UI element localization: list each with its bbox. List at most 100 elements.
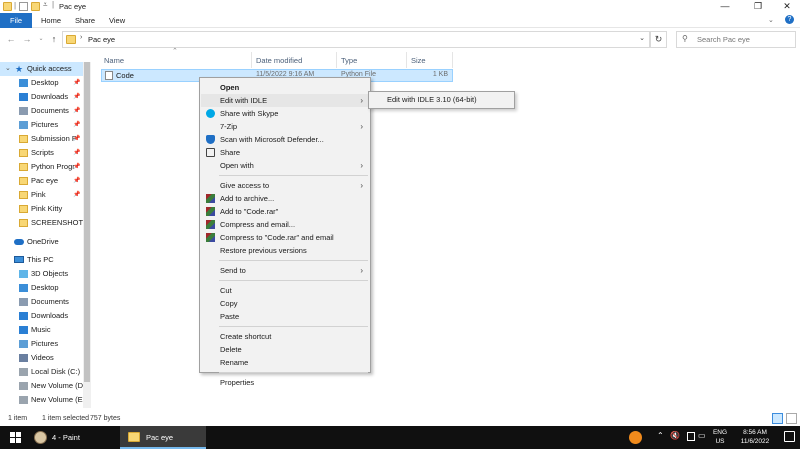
tab-view[interactable]: View (103, 13, 131, 28)
taskbar-app-explorer[interactable]: Pac eye (120, 426, 206, 449)
pin-icon[interactable]: 📌 (73, 174, 80, 188)
notifications-icon[interactable] (784, 431, 795, 442)
sidebar-item[interactable]: Music (0, 323, 84, 337)
menu-item[interactable]: Scan with Microsoft Defender... (201, 133, 369, 146)
forward-button[interactable]: → (21, 33, 33, 45)
recent-locations-button[interactable]: ⌄ (35, 33, 47, 45)
customize-toolbar-icon[interactable]: ⩡ (43, 0, 48, 10)
sidebar-item[interactable]: Pictures 📌 (0, 118, 84, 132)
large-icons-view-icon[interactable] (786, 413, 797, 424)
sidebar-item[interactable]: Pink Kitty (0, 202, 84, 216)
sidebar-item[interactable]: Videos (0, 351, 84, 365)
chevron-down-icon[interactable]: ⌄ (5, 62, 11, 76)
network-icon[interactable]: ▭ (698, 431, 706, 440)
column-header-size[interactable]: Size (411, 55, 426, 67)
column-divider[interactable] (406, 52, 407, 68)
menu-item[interactable]: Compress and email... (201, 218, 369, 231)
column-header-date[interactable]: Date modified (256, 55, 302, 67)
menu-item[interactable]: Open with › (201, 159, 369, 172)
nav-onedrive[interactable]: OneDrive (0, 235, 84, 249)
sidebar-item[interactable]: Downloads 📌 (0, 90, 84, 104)
chevron-down-icon[interactable]: ⌄ (639, 34, 645, 42)
battery-icon[interactable] (687, 432, 695, 441)
menu-item[interactable]: Share with Skype (201, 107, 369, 120)
help-icon[interactable]: ? (785, 15, 794, 24)
input-language[interactable]: ENG US (708, 428, 732, 446)
sidebar-item[interactable]: New Volume (D: (0, 379, 84, 393)
menu-item[interactable]: Create shortcut (201, 330, 369, 343)
menu-item[interactable]: Rename (201, 356, 369, 369)
pin-icon[interactable]: 📌 (73, 188, 80, 202)
sidebar-item[interactable]: Submission P 📌 (0, 132, 84, 146)
pin-icon[interactable]: 📌 (73, 90, 80, 104)
sidebar-item[interactable]: Documents 📌 (0, 104, 84, 118)
sidebar-item[interactable]: 3D Objects (0, 267, 84, 281)
properties-icon[interactable] (19, 2, 28, 11)
sidebar-item[interactable]: SCREENSHOTS (0, 216, 84, 230)
menu-item[interactable]: Copy (201, 297, 369, 310)
windows-start-icon[interactable] (10, 432, 21, 443)
pin-icon[interactable]: 📌 (73, 104, 80, 118)
sidebar-item[interactable]: Scripts 📌 (0, 146, 84, 160)
menu-item[interactable]: Cut (201, 284, 369, 297)
nav-scrollbar[interactable] (83, 62, 91, 408)
minimize-button[interactable]: — (710, 0, 740, 13)
details-view-icon[interactable] (772, 413, 783, 424)
pin-icon[interactable]: 📌 (73, 118, 80, 132)
column-divider[interactable] (452, 52, 453, 68)
sidebar-item[interactable]: New Volume (E:) (0, 393, 84, 407)
breadcrumb-chevron-icon[interactable]: › (80, 34, 82, 41)
sidebar-item[interactable]: Local Disk (C:) (0, 365, 84, 379)
close-button[interactable]: ✕ (772, 0, 800, 13)
speaker-muted-icon[interactable]: 🔇 (670, 431, 680, 440)
search-box[interactable]: ⚲ Search Pac eye (676, 31, 796, 48)
refresh-button[interactable]: ↻ (650, 31, 667, 48)
sidebar-item[interactable]: Pink 📌 (0, 188, 84, 202)
menu-item[interactable]: Add to "Code.rar" (201, 205, 369, 218)
menu-item[interactable]: Edit with IDLE › (201, 94, 369, 107)
up-button[interactable]: ↑ (48, 33, 60, 45)
menu-item[interactable]: Give access to › (201, 179, 369, 192)
sidebar-item[interactable]: Python Progr 📌 (0, 160, 84, 174)
menu-item-idle-3-10[interactable]: Edit with IDLE 3.10 (64-bit) (370, 93, 513, 107)
menu-item[interactable]: Open (201, 81, 369, 94)
tab-share[interactable]: Share (69, 13, 101, 28)
column-header-name[interactable]: Name (104, 55, 124, 67)
menu-item[interactable]: Compress to "Code.rar" and email (201, 231, 369, 244)
menu-item[interactable]: 7-Zip › (201, 120, 369, 133)
search-input[interactable]: Search Pac eye (697, 35, 750, 44)
pin-icon[interactable]: 📌 (73, 160, 80, 174)
menu-item[interactable]: Share (201, 146, 369, 159)
tab-file[interactable]: File (0, 13, 32, 28)
sidebar-item[interactable]: Desktop (0, 281, 84, 295)
column-header-type[interactable]: Type (341, 55, 357, 67)
sidebar-item[interactable]: Desktop 📌 (0, 76, 84, 90)
back-button[interactable]: ← (5, 33, 17, 45)
nav-this-pc[interactable]: This PC (0, 253, 84, 267)
menu-item[interactable]: Restore previous versions (201, 244, 369, 257)
new-folder-icon[interactable] (31, 2, 40, 11)
maximize-button[interactable]: ❐ (743, 0, 773, 13)
column-divider[interactable] (336, 52, 337, 68)
column-divider[interactable] (251, 52, 252, 68)
scrollbar-thumb[interactable] (84, 62, 90, 382)
pin-icon[interactable]: 📌 (73, 146, 80, 160)
expand-ribbon-icon[interactable]: ⌄ (768, 16, 774, 24)
menu-item[interactable]: Add to archive... (201, 192, 369, 205)
tab-home[interactable]: Home (35, 13, 67, 28)
taskbar-app-paint[interactable]: 4 - Paint (31, 426, 116, 449)
chevron-up-icon[interactable]: ⌃ (657, 431, 664, 440)
menu-item[interactable]: Delete (201, 343, 369, 356)
breadcrumb[interactable]: Pac eye (88, 35, 115, 44)
address-bar[interactable]: › Pac eye ⌄ (62, 31, 650, 48)
menu-item[interactable]: Properties (201, 376, 369, 389)
clock[interactable]: 8:56 AM 11/6/2022 (733, 428, 777, 446)
sidebar-item[interactable]: Documents (0, 295, 84, 309)
sidebar-item[interactable]: Pac eye 📌 (0, 174, 84, 188)
browser-icon[interactable] (629, 431, 642, 444)
pin-icon[interactable]: 📌 (73, 76, 80, 90)
nav-quick-access[interactable]: ⌄ ★ Quick access (0, 62, 84, 76)
menu-item[interactable]: Paste (201, 310, 369, 323)
pin-icon[interactable]: 📌 (73, 132, 80, 146)
menu-item[interactable]: Send to › (201, 264, 369, 277)
